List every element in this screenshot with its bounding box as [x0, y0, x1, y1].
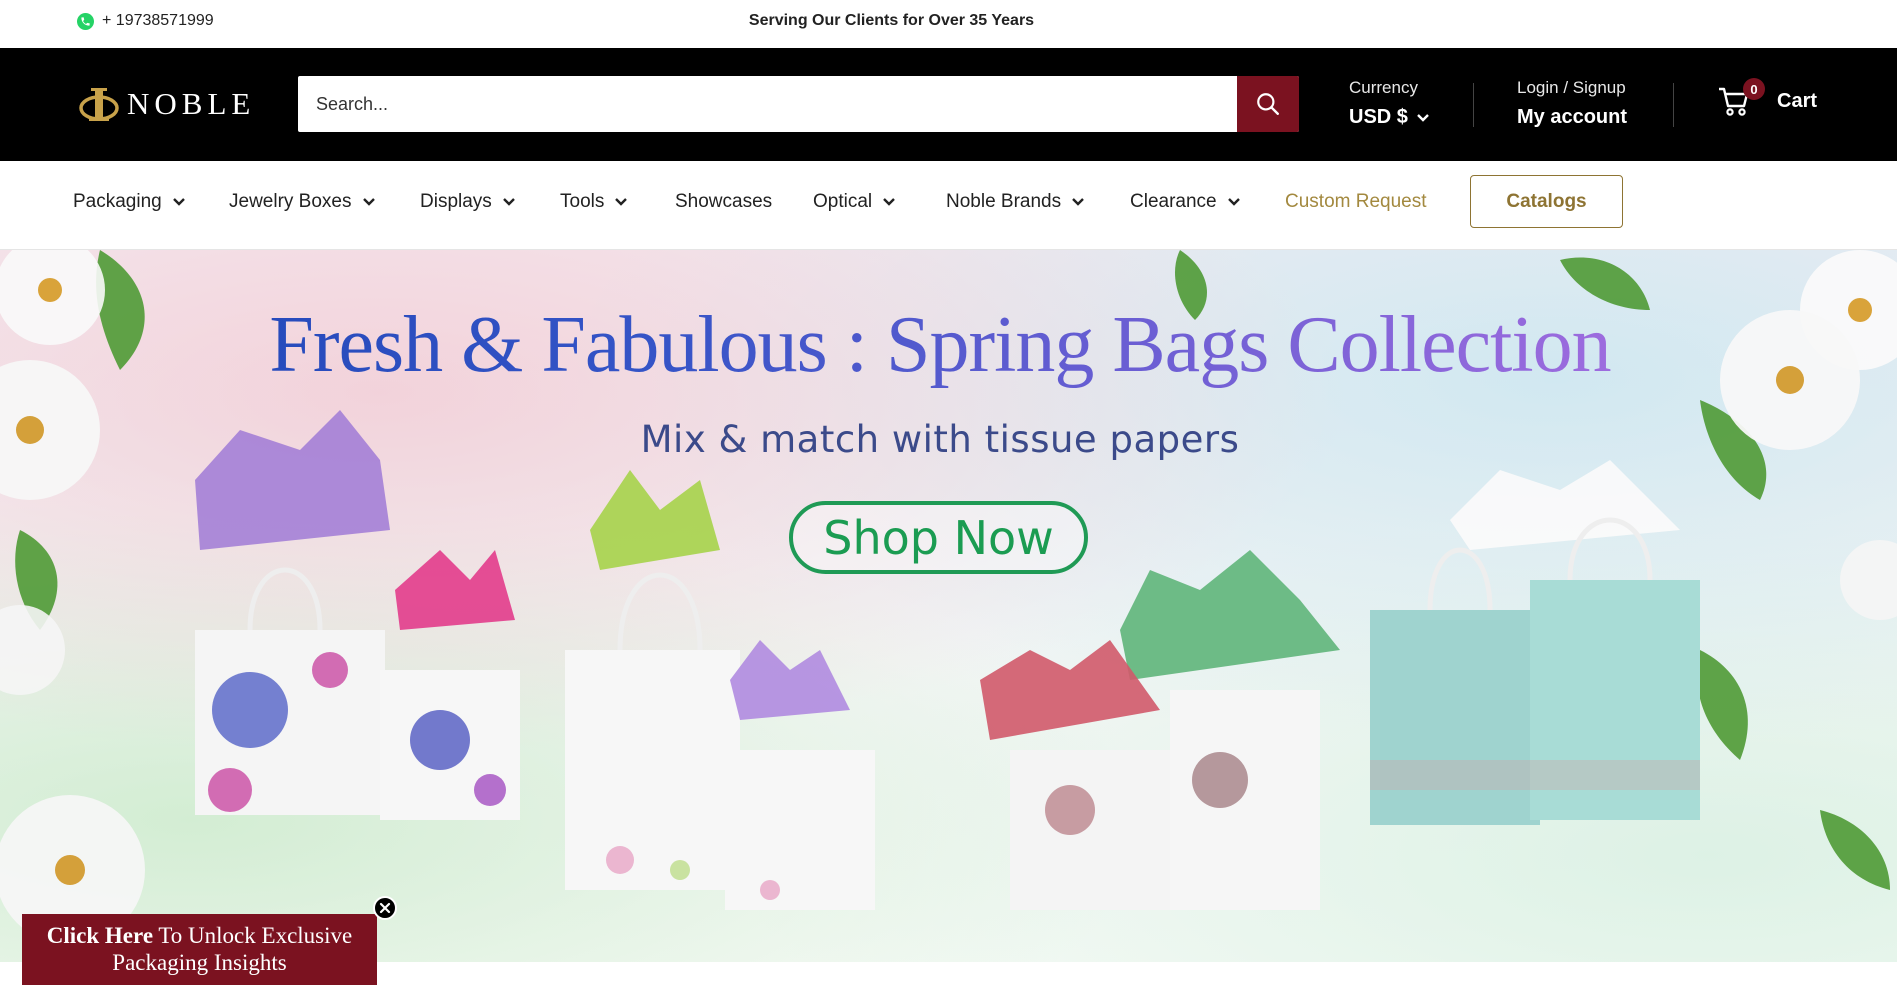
nav-jewelry-boxes[interactable]: Jewelry Boxes: [229, 191, 376, 213]
divider: [1673, 83, 1674, 127]
nav-noble-brands[interactable]: Noble Brands: [946, 191, 1085, 213]
search-bar: [298, 76, 1299, 132]
hero-banner[interactable]: Fresh & Fabulous : Spring Bags Collectio…: [0, 250, 1897, 962]
chevron-down-icon: [362, 198, 375, 206]
header: NOBLE Currency USD $ Login / Signup My a…: [0, 48, 1897, 161]
nav-displays[interactable]: Displays: [420, 191, 516, 213]
nav-label: Showcases: [675, 191, 773, 212]
cart-icon: 0: [1717, 78, 1765, 118]
login-signup-link[interactable]: Login / Signup: [1517, 78, 1627, 98]
currency-selector[interactable]: Currency USD $: [1349, 78, 1430, 129]
hero-subtitle: Mix & match with tissue papers: [640, 418, 1240, 461]
tagline: Serving Our Clients for Over 35 Years: [748, 12, 1035, 29]
promo-banner[interactable]: Click Here To Unlock Exclusive Packaging…: [22, 914, 377, 985]
cart-label: Cart: [1777, 89, 1818, 112]
nav-tools[interactable]: Tools: [560, 191, 628, 213]
chevron-down-icon: [502, 198, 515, 206]
chevron-down-icon: [1072, 198, 1084, 206]
nav-optical[interactable]: Optical: [813, 191, 896, 213]
nav-label: Tools: [560, 191, 605, 212]
my-account-link[interactable]: My account: [1517, 106, 1627, 129]
nav-label: Displays: [420, 191, 492, 212]
nav-label: Jewelry Boxes: [229, 191, 352, 212]
nav-label: Noble Brands: [946, 191, 1062, 212]
hero-title: Fresh & Fabulous : Spring Bags Collectio…: [0, 300, 1880, 391]
logo-text: NOBLE: [127, 86, 256, 121]
main-nav: Packaging Jewelry Boxes Displays Tools S…: [0, 161, 1897, 250]
search-icon: [1257, 93, 1279, 115]
cart-button[interactable]: 0 Cart: [1717, 78, 1818, 118]
currency-value: USD $: [1349, 106, 1408, 128]
account-menu[interactable]: Login / Signup My account: [1517, 78, 1627, 129]
nav-packaging[interactable]: Packaging: [73, 191, 186, 213]
nav-label: Optical: [813, 191, 873, 212]
chevron-down-icon: [1417, 113, 1429, 122]
search-button[interactable]: [1237, 76, 1299, 132]
nav-label: Custom Request: [1285, 191, 1427, 212]
chevron-down-icon: [172, 198, 185, 206]
promo-bold-text: Click Here: [46, 923, 154, 948]
noble-logo-mark: [79, 88, 119, 121]
catalogs-button[interactable]: Catalogs: [1470, 175, 1623, 228]
divider: [1473, 83, 1474, 127]
noble-logo[interactable]: NOBLE: [77, 84, 255, 124]
chevron-down-icon: [883, 198, 895, 206]
close-icon[interactable]: [373, 896, 397, 920]
search-input[interactable]: [298, 76, 1237, 132]
cart-count-badge: 0: [1743, 78, 1765, 100]
currency-label: Currency: [1349, 78, 1418, 97]
nav-custom-request[interactable]: Custom Request: [1285, 191, 1427, 213]
chevron-down-icon: [1227, 198, 1240, 206]
nav-label: Packaging: [73, 191, 162, 212]
shop-now-button[interactable]: Shop Now: [789, 501, 1088, 574]
chevron-down-icon: [615, 198, 628, 206]
nav-clearance[interactable]: Clearance: [1130, 191, 1241, 213]
nav-label: Clearance: [1130, 191, 1217, 212]
top-bar: + 19738571999 Serving Our Clients for Ov…: [0, 0, 1897, 48]
nav-showcases[interactable]: Showcases: [675, 191, 772, 213]
